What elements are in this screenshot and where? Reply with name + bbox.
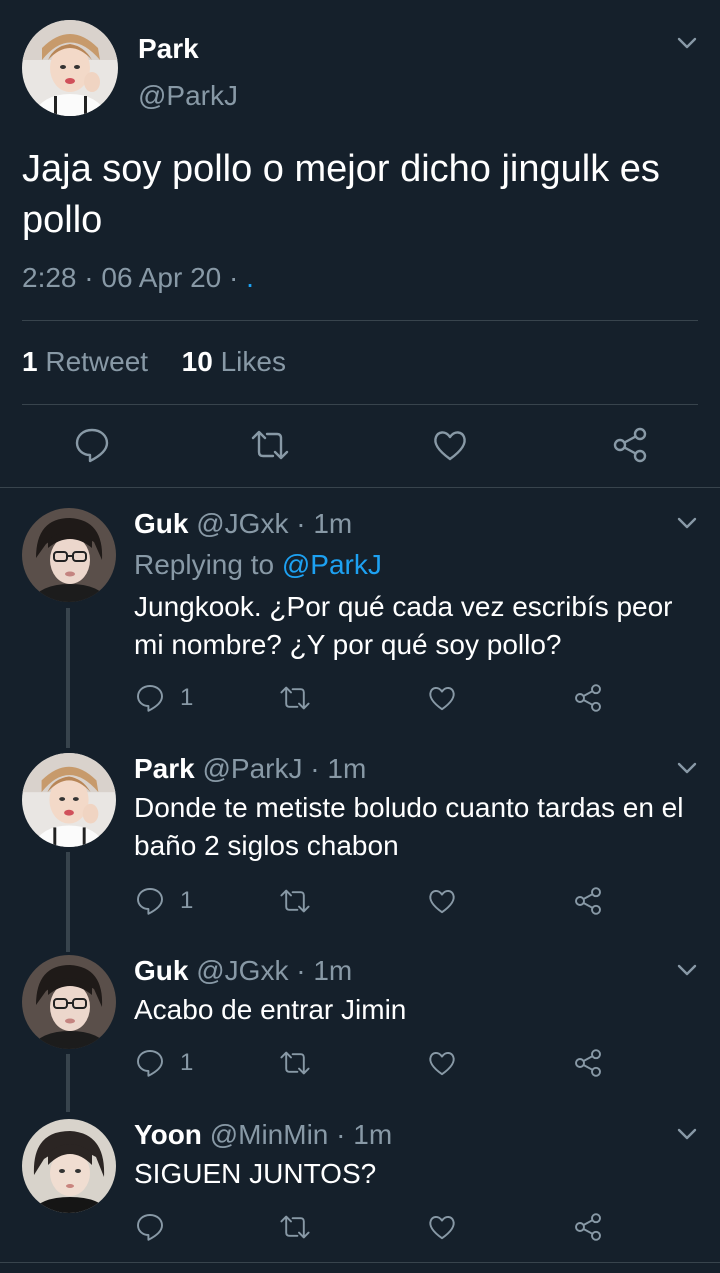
reply-count: 1 xyxy=(180,1049,194,1076)
author-handle[interactable]: @JGxk xyxy=(196,508,288,539)
reply-action[interactable] xyxy=(134,1211,180,1243)
reply-action[interactable]: 1 xyxy=(134,682,193,714)
speech-bubble-icon[interactable] xyxy=(134,1211,166,1243)
retweet-label[interactable]: Retweet xyxy=(45,346,148,377)
like-count[interactable]: 10 xyxy=(182,346,213,377)
author-name[interactable]: Guk xyxy=(134,508,188,539)
speech-bubble-icon[interactable] xyxy=(134,1047,166,1079)
speech-bubble-icon[interactable] xyxy=(134,682,166,714)
author-name[interactable]: Park xyxy=(138,33,199,65)
reply-actions: 1 xyxy=(0,682,720,714)
reply-text: Acabo de entrar Jimin xyxy=(134,994,407,1025)
reply-text: Jungkook. ¿Por qué cada vez escribís peo… xyxy=(134,591,673,660)
retweet-count[interactable]: 1 xyxy=(22,346,38,377)
retweet-arrows-icon[interactable] xyxy=(278,682,312,714)
reply-time: · 1m xyxy=(296,508,353,539)
reply-time: · 1m xyxy=(310,753,367,784)
chevron-down-icon[interactable] xyxy=(676,516,698,530)
divider xyxy=(22,320,698,321)
reply-count: 1 xyxy=(180,684,194,711)
chevron-down-icon[interactable] xyxy=(676,761,698,775)
author-name[interactable]: Park xyxy=(134,753,195,784)
reply-text: Donde te metiste boludo cuanto tardas en… xyxy=(134,792,684,861)
reply-header: Guk @JGxk · 1m xyxy=(134,508,352,540)
retweet-arrows-icon[interactable] xyxy=(278,885,312,917)
reply-header: Guk @JGxk · 1m xyxy=(134,955,352,987)
avatar[interactable] xyxy=(22,508,116,602)
reply-text: SIGUEN JUNTOS? xyxy=(134,1158,377,1189)
retweet-arrows-icon[interactable] xyxy=(250,425,290,465)
reply-tweet[interactable]: Guk @JGxk · 1m Acabo de entrar Jimin 1 xyxy=(0,935,720,1105)
avatar[interactable] xyxy=(22,753,116,847)
replying-prefix: Replying to xyxy=(134,549,275,580)
reply-tweet[interactable]: Yoon @MinMin · 1m SIGUEN JUNTOS? xyxy=(0,1099,720,1262)
author-handle[interactable]: @ParkJ xyxy=(203,753,303,784)
reply-time: · 1m xyxy=(336,1119,393,1150)
avatar[interactable] xyxy=(22,955,116,1049)
share-nodes-icon[interactable] xyxy=(572,1047,604,1079)
speech-bubble-icon[interactable] xyxy=(72,425,112,465)
tweet-text: Jaja soy pollo o mejor dicho jingulk es … xyxy=(22,148,660,241)
heart-icon[interactable] xyxy=(426,1047,458,1079)
reply-actions: 1 xyxy=(0,885,720,917)
reply-tweet[interactable]: Park @ParkJ · 1m Donde te metiste boludo… xyxy=(0,733,720,943)
replying-to: Replying to @ParkJ xyxy=(134,546,704,584)
reply-action[interactable]: 1 xyxy=(134,1047,193,1079)
retweet-arrows-icon[interactable] xyxy=(278,1047,312,1079)
replying-to-handle[interactable]: @ParkJ xyxy=(282,549,382,580)
author-name[interactable]: Guk xyxy=(134,955,188,986)
tweet-actions xyxy=(0,425,720,465)
avatar[interactable] xyxy=(22,1119,116,1213)
speech-bubble-icon[interactable] xyxy=(134,885,166,917)
share-nodes-icon[interactable] xyxy=(572,682,604,714)
chevron-down-icon[interactable] xyxy=(676,963,698,977)
main-tweet[interactable]: Park @ParkJ Jaja soy pollo o mejor dicho… xyxy=(0,0,720,488)
reply-header: Park @ParkJ · 1m xyxy=(134,753,366,785)
divider xyxy=(22,404,698,405)
heart-icon[interactable] xyxy=(430,425,470,465)
author-handle[interactable]: @MinMin xyxy=(210,1119,329,1150)
heart-icon[interactable] xyxy=(426,885,458,917)
reply-count: 1 xyxy=(180,887,194,914)
chevron-down-icon[interactable] xyxy=(676,36,698,50)
tweet-timestamp: 2:28 · 06 Apr 20 · xyxy=(22,262,247,293)
chevron-down-icon[interactable] xyxy=(676,1127,698,1141)
share-nodes-icon[interactable] xyxy=(572,1211,604,1243)
reply-actions: 1 xyxy=(0,1047,720,1079)
reply-actions xyxy=(0,1211,720,1243)
reply-action[interactable]: 1 xyxy=(134,885,193,917)
heart-icon[interactable] xyxy=(426,1211,458,1243)
share-nodes-icon[interactable] xyxy=(610,425,650,465)
tweet-meta: 2:28 · 06 Apr 20 · . xyxy=(22,262,254,294)
author-handle[interactable]: @ParkJ xyxy=(138,80,238,112)
like-label[interactable]: Likes xyxy=(221,346,286,377)
reply-header: Yoon @MinMin · 1m xyxy=(134,1119,392,1151)
author-name[interactable]: Yoon xyxy=(134,1119,202,1150)
heart-icon[interactable] xyxy=(426,682,458,714)
divider xyxy=(0,1262,720,1263)
retweet-arrows-icon[interactable] xyxy=(278,1211,312,1243)
reply-time: · 1m xyxy=(296,955,353,986)
reply-tweet[interactable]: Guk @JGxk · 1m Replying to @ParkJ Jungko… xyxy=(0,488,720,728)
share-nodes-icon[interactable] xyxy=(572,885,604,917)
tweet-source-link[interactable]: . xyxy=(246,262,254,293)
tweet-stats: 1 Retweet 10 Likes xyxy=(22,346,286,378)
avatar[interactable] xyxy=(22,20,118,116)
author-handle[interactable]: @JGxk xyxy=(196,955,288,986)
